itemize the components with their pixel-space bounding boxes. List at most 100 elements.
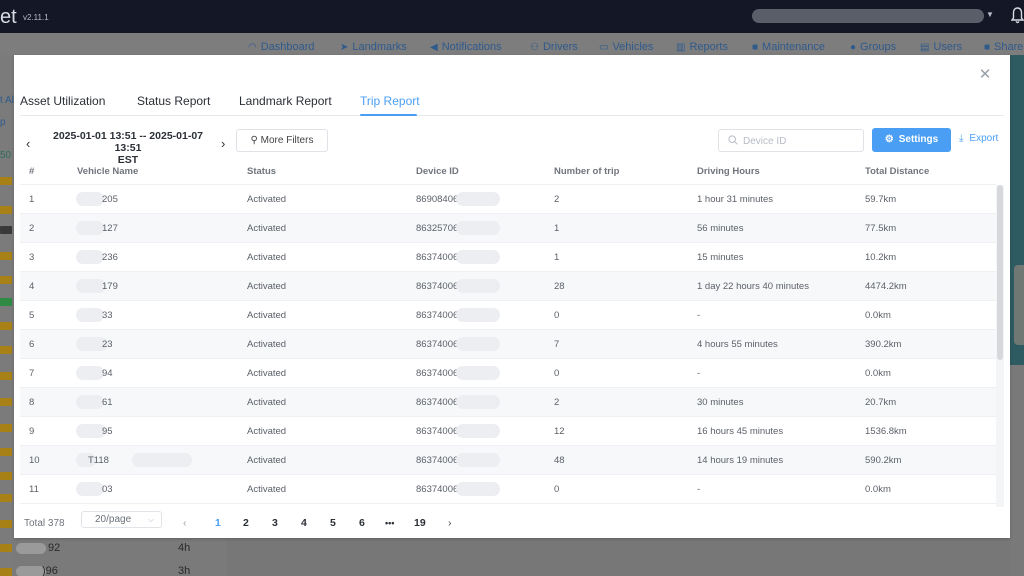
redacted-device-suffix (456, 366, 500, 380)
total-distance: 59.7km (865, 194, 897, 205)
tab-trip-report[interactable]: Trip Report (360, 94, 420, 108)
app-version: v2.11.1 (23, 13, 49, 22)
device-id: 86374006 (416, 310, 459, 321)
column-header-number: # (29, 166, 35, 177)
battery-icon (0, 568, 12, 576)
redacted-device-suffix (456, 279, 500, 293)
table-row[interactable]: 10 T118 Activated 86374006 48 14 hours 19 min… (20, 446, 996, 475)
chevron-right-icon[interactable]: › (221, 136, 225, 151)
tab-status-report[interactable]: Status Report (137, 94, 210, 108)
page-6[interactable]: 6 (359, 517, 365, 529)
table-row[interactable]: 8 61 Activated 86374006 2 30 minutes 20.7km (20, 388, 996, 417)
nav-landmarks[interactable]: ➤ Landmarks (340, 41, 407, 53)
export-button[interactable]: ⤓ Export (959, 133, 998, 144)
column-header-vehicle-name[interactable]: Vehicle Name (77, 166, 138, 177)
battery-icon (0, 252, 12, 260)
table-row[interactable]: 7 94 Activated 86374006 0 - 0.0km (20, 359, 996, 388)
table-row[interactable]: 11 03 Activated 86374006 0 - 0.0km (20, 475, 996, 504)
more-filters-button[interactable]: ⚲ More Filters (236, 129, 328, 152)
settings-button[interactable]: ⚙ Settings (872, 128, 951, 152)
total-distance: 10.2km (865, 252, 897, 263)
page-5[interactable]: 5 (330, 517, 336, 529)
tab-landmark-report[interactable]: Landmark Report (239, 94, 332, 108)
battery-icon (0, 520, 12, 528)
nav-share[interactable]: ■ Share (984, 41, 1023, 53)
nav-users[interactable]: ▤ Users (920, 41, 962, 53)
page-4[interactable]: 4 (301, 517, 307, 529)
page-2[interactable]: 2 (243, 517, 249, 529)
nav-vehicles[interactable]: ▭ Vehicles (599, 41, 653, 53)
row-number: 5 (29, 310, 35, 321)
total-distance: 20.7km (865, 397, 897, 408)
battery-icon (0, 276, 12, 284)
page-size-select[interactable]: 20/page ⌵ (81, 511, 162, 528)
chevron-down-icon: ⌵ (147, 515, 154, 524)
close-icon[interactable]: ✕ (978, 67, 992, 82)
chevron-left-icon[interactable]: ‹ (26, 136, 30, 151)
tab-asset-utilization[interactable]: Asset Utilization (20, 94, 105, 108)
prev-page-button[interactable]: ‹ (183, 517, 187, 529)
next-page-button[interactable]: › (448, 517, 452, 529)
filter-icon: ⚲ (250, 135, 261, 146)
table-row[interactable]: 1 205 Activated 86908406 2 1 hour 31 minutes 5… (20, 185, 996, 214)
total-distance: 4474.2km (865, 281, 907, 292)
nav-notifications[interactable]: ◀ Notifications (430, 41, 502, 53)
status: Activated (247, 194, 287, 205)
nav-groups[interactable]: ● Groups (850, 41, 896, 53)
bell-icon[interactable] (1011, 7, 1024, 24)
device-id: 86374006 (416, 484, 459, 495)
row-number: 2 (29, 223, 35, 234)
vehicle-icon: ▭ (599, 42, 609, 53)
redacted-device-suffix (456, 337, 500, 351)
battery-icon (0, 448, 12, 456)
device-id: 86374006 (416, 397, 459, 408)
table-row[interactable]: 2 127 Activated 86325706 1 56 minutes 77.5km (20, 214, 996, 243)
number-of-trip: 1 (554, 223, 560, 234)
table-row[interactable]: 4 179 Activated 86374006 28 1 day 22 hours 40… (20, 272, 996, 301)
device-id-search[interactable] (718, 129, 864, 152)
groups-icon: ● (850, 42, 857, 53)
column-header-driving-hours[interactable]: Driving Hours (697, 166, 760, 177)
column-header-number-of-trip[interactable]: Number of trip (554, 166, 619, 177)
user-account-menu[interactable] (752, 9, 984, 23)
status: Activated (247, 455, 287, 466)
page-ellipsis[interactable]: ••• (385, 518, 394, 528)
status: Activated (247, 484, 287, 495)
background-vehicle-suffix: 92 (48, 542, 61, 554)
table-row[interactable]: 6 23 Activated 86374006 7 4 hours 55 minutes 3… (20, 330, 996, 359)
redacted-device-suffix (456, 395, 500, 409)
battery-icon (0, 424, 12, 432)
redacted-device-suffix (456, 221, 500, 235)
number-of-trip: 0 (554, 368, 560, 379)
column-header-status[interactable]: Status (247, 166, 276, 177)
battery-icon (0, 226, 12, 234)
nav-maintenance[interactable]: ■ Maintenance (752, 41, 825, 53)
chevron-down-icon[interactable]: ▼ (986, 10, 994, 19)
vehicle-name: 94 (102, 368, 113, 379)
pagination: Total 378 20/page ⌵ ‹ 1 2 3 4 5 6 ••• 19… (14, 505, 1010, 538)
table-row[interactable]: 3 236 Activated 86374006 1 15 minutes 10.2km (20, 243, 996, 272)
page-19[interactable]: 19 (414, 517, 426, 529)
column-header-total-distance[interactable]: Total Distance (865, 166, 929, 177)
vehicle-name: 127 (102, 223, 118, 234)
table-row[interactable]: 9 95 Activated 86374006 12 16 hours 45 minute… (20, 417, 996, 446)
nav-drivers[interactable]: ⚇ Drivers (530, 41, 578, 53)
nav-dashboard[interactable]: ◠ Dashboard (248, 41, 315, 53)
battery-icon (0, 372, 12, 380)
page-1[interactable]: 1 (215, 517, 221, 529)
redacted-vehicle-prefix (76, 395, 104, 409)
device-id: 86374006 (416, 368, 459, 379)
total-distance: 0.0km (865, 368, 891, 379)
nav-reports[interactable]: ▥ Reports (676, 41, 728, 53)
number-of-trip: 48 (554, 455, 565, 466)
table-row[interactable]: 5 33 Activated 86374006 0 - 0.0km (20, 301, 996, 330)
driving-hours: 30 minutes (697, 397, 744, 408)
driving-hours: - (697, 310, 701, 321)
vehicle-name: 33 (102, 310, 113, 321)
page-3[interactable]: 3 (272, 517, 278, 529)
trip-table-body: 1 205 Activated 86908406 2 1 hour 31 minutes 5… (20, 185, 996, 505)
device-id-input[interactable] (743, 133, 858, 149)
background-sidebar-label: t Al (0, 95, 14, 106)
column-header-device-id[interactable]: Device ID (416, 166, 459, 177)
table-scrollbar-thumb[interactable] (997, 185, 1003, 360)
